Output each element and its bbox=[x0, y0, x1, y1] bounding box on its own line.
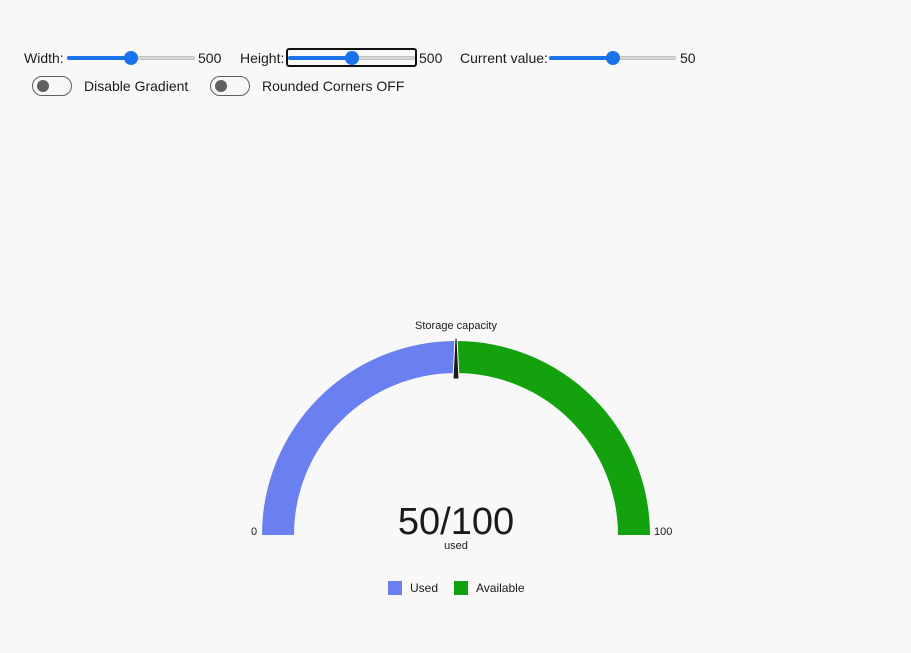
legend-label-used: Used bbox=[410, 581, 439, 595]
gauge-center-value: 50/100 bbox=[397, 501, 515, 543]
gauge-min-label: 0 bbox=[251, 526, 258, 538]
legend-swatch-available bbox=[454, 581, 469, 595]
legend-item-used[interactable]: Used bbox=[388, 581, 438, 595]
gauge-max-label: 100 bbox=[654, 526, 673, 538]
legend-swatch-used bbox=[388, 581, 402, 595]
gauge-center-subtext: used bbox=[444, 540, 468, 552]
chart-legend: Used Available bbox=[388, 580, 541, 596]
legend-label-available: Available bbox=[476, 581, 525, 595]
gauge-chart bbox=[262, 337, 650, 535]
legend-item-available[interactable]: Available bbox=[454, 581, 525, 595]
